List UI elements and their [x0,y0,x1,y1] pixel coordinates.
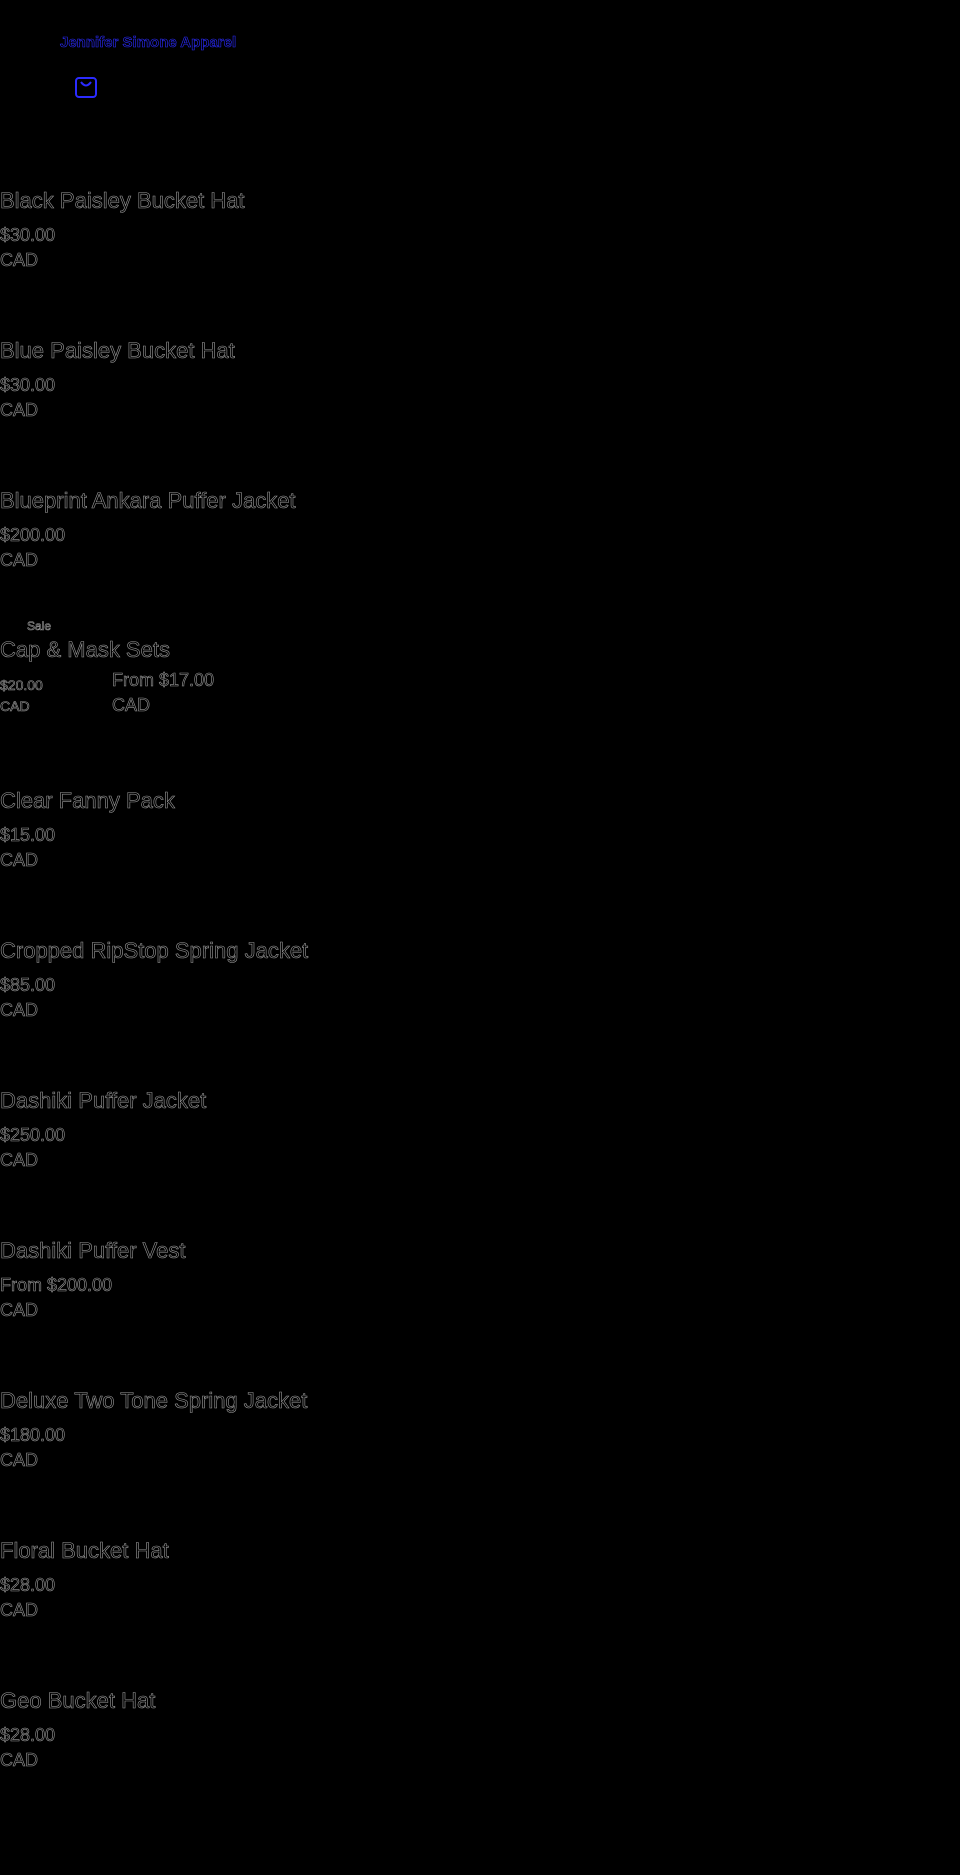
price-currency: CAD [0,250,39,271]
shopping-bag-icon [75,77,97,98]
product-price: $30.00 CAD [0,373,55,423]
compare-price-amount: $20.00 [0,677,43,694]
product-price: $28.00 CAD [0,1723,55,1773]
price-currency: CAD [0,1750,39,1771]
price-amount: $30.00 [0,225,56,246]
product-card[interactable]: Blue Paisley Bucket Hat $30.00 CAD [0,330,960,480]
product-title: Floral Bucket Hat [0,1538,169,1564]
price-amount: $30.00 [0,375,56,396]
price-currency: CAD [0,1450,39,1471]
product-card[interactable]: Floral Bucket Hat $28.00 CAD [0,1530,960,1680]
site-header: Jennifer Simone Apparel [0,0,960,130]
price-currency: CAD [0,850,39,871]
product-price: $250.00 CAD [0,1123,65,1173]
product-card[interactable]: Sale Cap & Mask Sets $20.00 CAD From $17… [0,619,960,780]
product-price: $30.00 CAD [0,223,55,273]
price-currency: CAD [0,1000,39,1021]
product-price: $15.00 CAD [0,823,55,873]
product-price: $180.00 CAD [0,1423,65,1473]
product-title: Dashiki Puffer Vest [0,1238,186,1264]
compare-price-currency: CAD [0,698,30,715]
product-card[interactable]: Clear Fanny Pack $15.00 CAD [0,780,960,930]
product-title: Deluxe Two Tone Spring Jacket [0,1388,308,1414]
price-currency: CAD [0,550,39,571]
sale-badge: Sale [27,619,52,634]
product-title: Clear Fanny Pack [0,788,175,814]
price-amount: From $17.00 [112,670,215,691]
product-title: Black Paisley Bucket Hat [0,188,245,214]
product-title: Cap & Mask Sets [0,637,170,663]
price-amount: $28.00 [0,1575,56,1596]
store-name-link[interactable]: Jennifer Simone Apparel [60,34,237,52]
price-amount: $15.00 [0,825,56,846]
product-price: From $200.00 CAD [0,1273,112,1323]
product-price: $28.00 CAD [0,1573,55,1623]
product-title: Cropped RipStop Spring Jacket [0,938,309,964]
product-card[interactable]: Deluxe Two Tone Spring Jacket $180.00 CA… [0,1380,960,1530]
price-currency: CAD [0,1300,39,1321]
product-title: Blue Paisley Bucket Hat [0,338,235,364]
compare-at-price: $20.00 CAD [0,675,43,717]
price-amount: $28.00 [0,1725,56,1746]
price-currency: CAD [0,400,39,421]
price-amount: $85.00 [0,975,56,996]
product-card[interactable]: Black Paisley Bucket Hat $30.00 CAD [0,180,960,330]
price-amount: From $200.00 [0,1275,113,1296]
product-title: Geo Bucket Hat [0,1688,156,1714]
sale-price: From $17.00 CAD [112,668,215,718]
product-card[interactable]: Blueprint Ankara Puffer Jacket $200.00 C… [0,480,960,630]
price-currency: CAD [0,1150,39,1171]
price-amount: $200.00 [0,525,66,546]
product-title: Dashiki Puffer Jacket [0,1088,207,1114]
cart-button[interactable] [73,74,99,100]
price-amount: $250.00 [0,1125,66,1146]
product-card[interactable]: Dashiki Puffer Jacket $250.00 CAD [0,1080,960,1230]
product-card[interactable]: Cropped RipStop Spring Jacket $85.00 CAD [0,930,960,1080]
price-amount: $180.00 [0,1425,66,1446]
product-list: Black Paisley Bucket Hat $30.00 CAD Blue… [0,180,960,1830]
product-card[interactable]: Geo Bucket Hat $28.00 CAD [0,1680,960,1830]
product-title: Blueprint Ankara Puffer Jacket [0,488,296,514]
price-currency: CAD [0,1600,39,1621]
product-price: $85.00 CAD [0,973,55,1023]
product-price: $200.00 CAD [0,523,65,573]
price-currency: CAD [112,695,151,716]
product-card[interactable]: Dashiki Puffer Vest From $200.00 CAD [0,1230,960,1380]
